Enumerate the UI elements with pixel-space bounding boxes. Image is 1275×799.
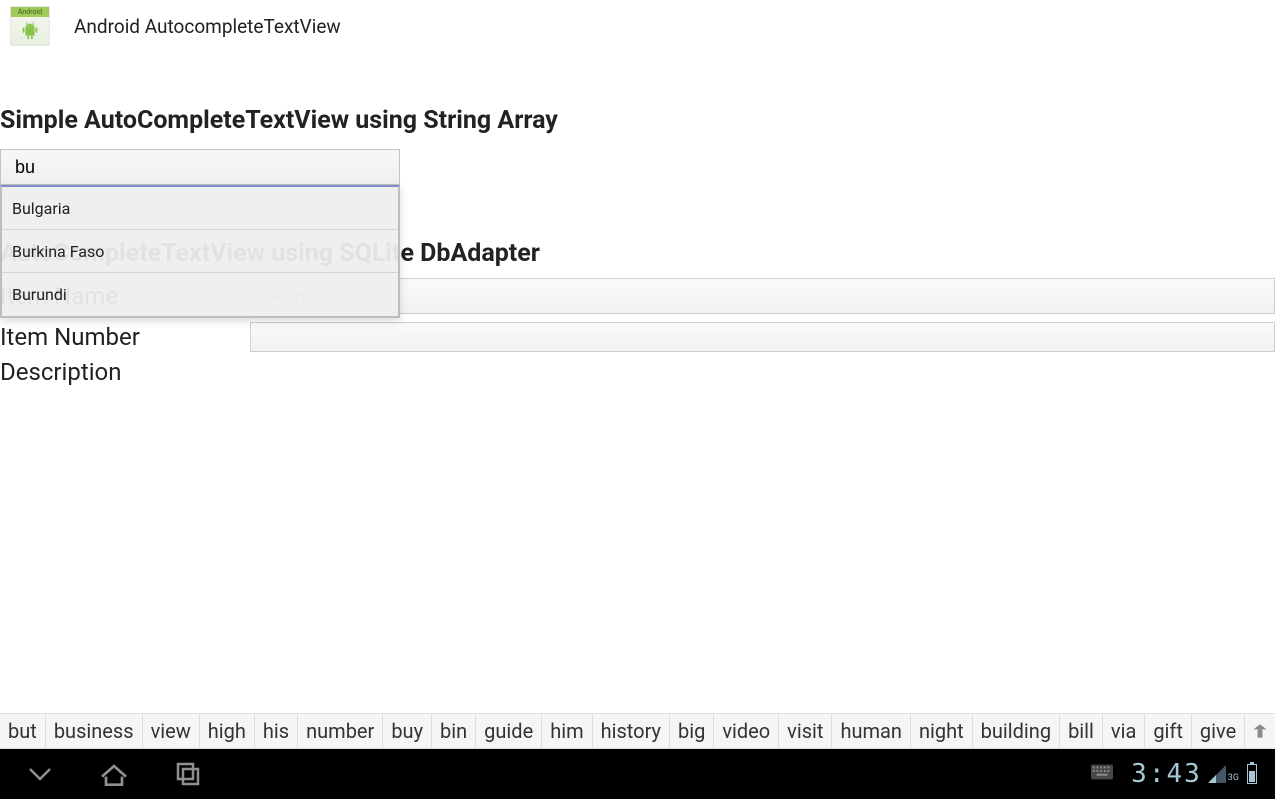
description-label: Description: [0, 358, 250, 386]
battery-icon: [1247, 764, 1257, 784]
keyboard-suggestion-strip: but business view high his number buy bi…: [0, 713, 1275, 749]
suggestion-word[interactable]: via: [1103, 714, 1145, 748]
keyboard-indicator-icon: [1091, 764, 1113, 784]
suggestion-word[interactable]: view: [143, 714, 200, 748]
suggestion-word[interactable]: bill: [1060, 714, 1103, 748]
expand-suggestions-icon[interactable]: [1245, 714, 1275, 748]
description-row: Description: [0, 358, 1275, 386]
item-number-row: Item Number: [0, 322, 1275, 352]
recent-apps-button[interactable]: [166, 752, 210, 796]
suggestion-word[interactable]: his: [255, 714, 298, 748]
suggestion-word[interactable]: gift: [1145, 714, 1192, 748]
action-bar: Android Android AutocompleteTextView: [0, 0, 1275, 52]
clock: 3:43: [1131, 759, 1202, 789]
status-icons[interactable]: 3:43 3G: [1091, 749, 1257, 799]
suggestion-word[interactable]: him: [542, 714, 592, 748]
suggestion-word[interactable]: guide: [476, 714, 542, 748]
system-navigation-bar: 3:43 3G: [0, 749, 1275, 799]
android-robot-icon: [11, 17, 49, 45]
autocomplete-simple-input[interactable]: [0, 149, 400, 185]
dropdown-item[interactable]: Bulgaria: [2, 187, 398, 230]
signal-icon: 3G: [1208, 765, 1239, 783]
item-number-label: Item Number: [0, 323, 250, 351]
suggestion-word[interactable]: human: [832, 714, 911, 748]
dropdown-item[interactable]: Burundi: [2, 273, 398, 316]
suggestion-word[interactable]: number: [298, 714, 383, 748]
suggestion-word[interactable]: video: [714, 714, 779, 748]
suggestion-word[interactable]: visit: [779, 714, 832, 748]
section1-heading: Simple AutoCompleteTextView using String…: [0, 106, 1275, 135]
app-title: Android AutocompleteTextView: [74, 15, 341, 38]
suggestion-word[interactable]: but: [0, 714, 46, 748]
autocomplete-simple: Bulgaria Burkina Faso Burundi: [0, 149, 400, 185]
content-area: Simple AutoCompleteTextView using String…: [0, 106, 1275, 386]
suggestion-word[interactable]: high: [200, 714, 255, 748]
autocomplete-dropdown: Bulgaria Burkina Faso Burundi: [0, 185, 400, 318]
item-name-input[interactable]: [250, 278, 1275, 314]
suggestion-word[interactable]: give: [1192, 714, 1245, 748]
network-type-label: 3G: [1228, 773, 1239, 783]
suggestion-word[interactable]: building: [973, 714, 1060, 748]
suggestion-word[interactable]: night: [911, 714, 973, 748]
app-icon-banner: Android: [11, 7, 49, 17]
hide-keyboard-button[interactable]: [18, 752, 62, 796]
item-number-input[interactable]: [250, 322, 1275, 352]
dropdown-item[interactable]: Burkina Faso: [2, 230, 398, 273]
suggestion-word[interactable]: history: [593, 714, 670, 748]
suggestion-word[interactable]: bin: [432, 714, 476, 748]
app-icon: Android: [10, 6, 50, 46]
home-button[interactable]: [92, 752, 136, 796]
suggestion-word[interactable]: business: [46, 714, 143, 748]
suggestion-word[interactable]: big: [670, 714, 714, 748]
suggestion-word[interactable]: buy: [383, 714, 432, 748]
